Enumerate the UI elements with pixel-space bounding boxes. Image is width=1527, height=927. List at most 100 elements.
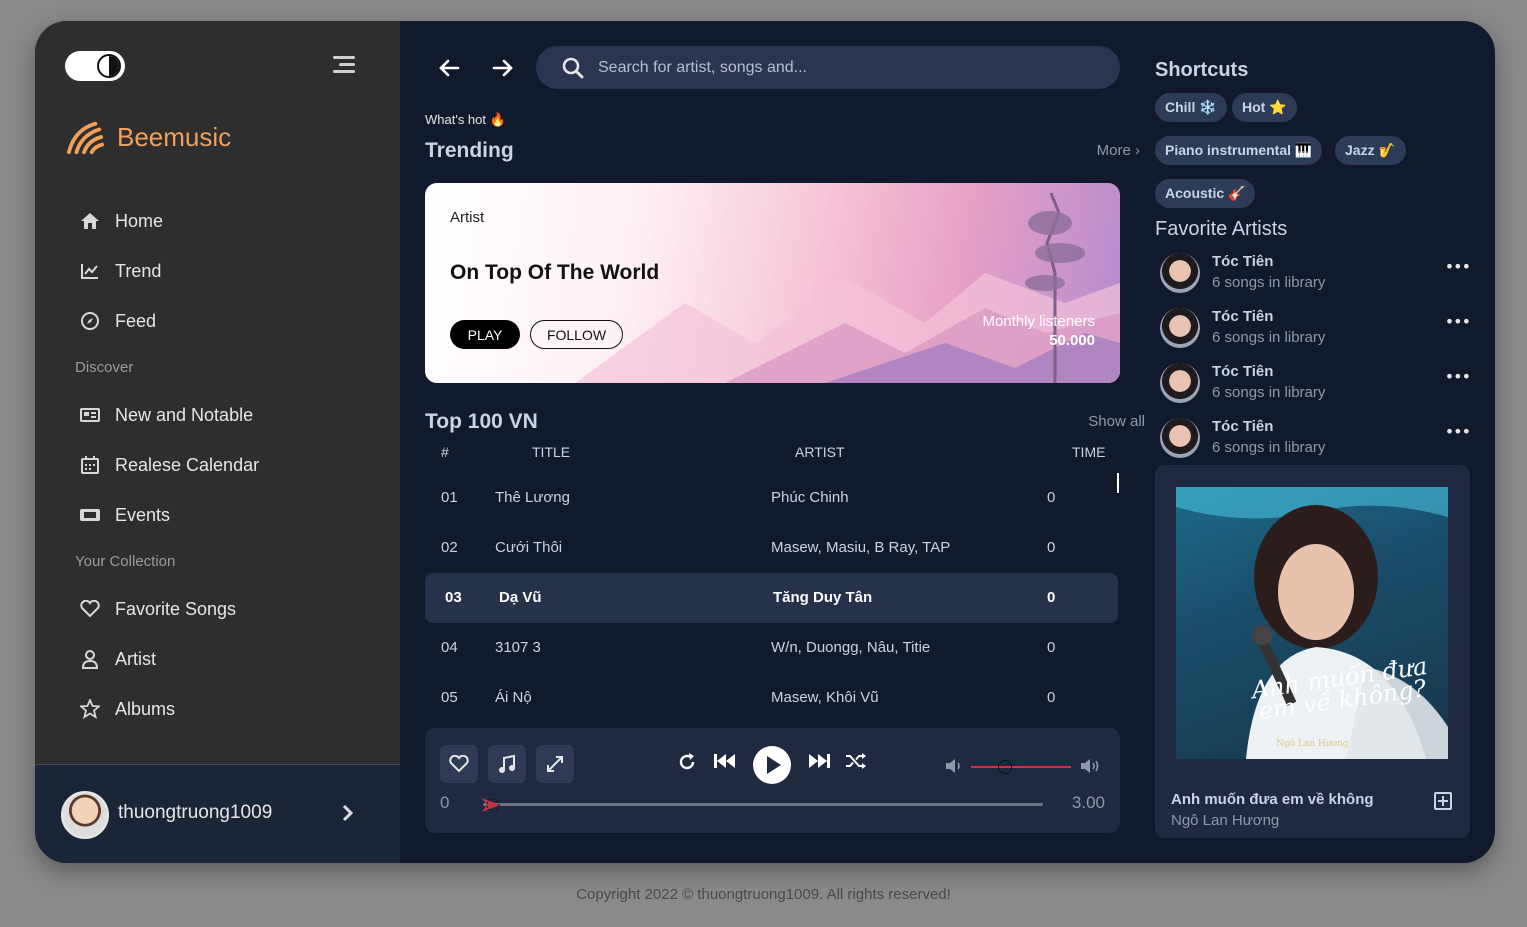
play-icon [753, 746, 791, 784]
now-playing-title: Anh muốn đưa em về không [1171, 791, 1374, 808]
progress-thumb[interactable] [480, 796, 504, 818]
row-artist: Phúc Chinh [771, 489, 849, 506]
col-header-title: TITLE [532, 444, 571, 460]
now-playing-card: Anh muốn đưa em về không? Ngô Lan Hương … [1155, 465, 1470, 838]
chip-hot[interactable]: Hot ⭐ [1232, 93, 1297, 122]
forward-arrow-icon[interactable] [488, 53, 518, 83]
skip-back-icon [714, 754, 735, 768]
more-options-icon[interactable]: ••• [1445, 312, 1471, 331]
sidebar-item-favorite-songs[interactable]: Favorite Songs [79, 594, 236, 624]
col-header-time: TIME [1072, 444, 1106, 460]
chevron-right-icon[interactable] [341, 803, 355, 828]
next-button[interactable] [807, 752, 831, 770]
volume-slider[interactable] [971, 766, 1071, 768]
top100-title: Top 100 VN [425, 410, 538, 433]
album-cover[interactable]: Anh muốn đưa em về không? Ngô Lan Hương [1176, 487, 1448, 759]
section-discover: Discover [75, 359, 134, 376]
volume-high-icon[interactable] [1080, 758, 1102, 774]
table-row[interactable]: 02 Cưới Thôi Masew, Masiu, B Ray, TAP 0 [425, 523, 1118, 573]
previous-button[interactable] [713, 752, 737, 770]
volume-slider-thumb[interactable] [998, 760, 1012, 774]
table-row[interactable]: 04 3107 3 W/n, Duongg, Nâu, Titie 0 [425, 623, 1118, 673]
home-icon [79, 210, 101, 232]
chip-piano-instrumental[interactable]: Piano instrumental 🎹 [1155, 136, 1323, 165]
sidebar-item-release-calendar[interactable]: Realese Calendar [79, 450, 259, 480]
user-profile[interactable]: thuongtruong1009 [35, 764, 400, 863]
table-row[interactable]: 05 Ái Nộ Masew, Khôi Vũ 0 [425, 673, 1118, 723]
sidebar-item-artist[interactable]: Artist [79, 644, 156, 674]
brand-name: Beemusic [117, 121, 232, 152]
table-row[interactable]: 01 Thê Lương Phúc Chinh 0 [425, 473, 1118, 523]
show-all-link[interactable]: Show all [1088, 413, 1145, 430]
shuffle-button[interactable] [845, 752, 867, 770]
artist-avatar [1160, 363, 1200, 403]
sidebar-item-events[interactable]: Events [79, 500, 170, 530]
progress-thumb-icon [482, 798, 500, 812]
row-time: 0 [1047, 539, 1056, 556]
main-content: What's hot 🔥 Trending More › Artist On T… [400, 21, 1145, 863]
row-artist: Masew, Masiu, B Ray, TAP [771, 539, 951, 556]
chip-jazz[interactable]: Jazz 🎷 [1335, 136, 1406, 165]
like-button[interactable] [440, 745, 478, 783]
table-row-active[interactable]: 03 Dạ Vũ Tăng Duy Tân 0 [425, 573, 1118, 623]
lyrics-button[interactable] [488, 745, 526, 783]
repeat-button[interactable] [677, 752, 697, 772]
username: thuongtruong1009 [118, 802, 273, 823]
theme-toggle[interactable] [65, 51, 125, 81]
repeat-icon [679, 753, 695, 770]
search-icon [562, 57, 584, 78]
sidebar-item-feed[interactable]: Feed [79, 306, 156, 336]
artist-item[interactable]: Tóc Tiên 6 songs in library ••• [1160, 251, 1471, 301]
artist-sub: 6 songs in library [1212, 274, 1326, 291]
sidebar-item-label: Home [115, 210, 164, 231]
more-options-icon[interactable]: ••• [1445, 422, 1471, 441]
chip-acoustic[interactable]: Acoustic 🎸 [1155, 179, 1256, 208]
sidebar-item-albums[interactable]: Albums [79, 694, 175, 724]
more-link[interactable]: More › [1097, 142, 1140, 159]
chip-chill[interactable]: Chill ❄️ [1155, 93, 1227, 122]
calendar-icon [79, 454, 101, 476]
section-your-collection: Your Collection [75, 553, 176, 570]
artist-avatar [1160, 253, 1200, 293]
follow-button[interactable]: FOLLOW [530, 320, 623, 349]
more-options-icon[interactable]: ••• [1445, 257, 1471, 276]
sidebar-item-trend[interactable]: Trend [79, 256, 161, 286]
artist-sub: 6 songs in library [1212, 439, 1326, 456]
back-arrow-icon[interactable] [434, 53, 464, 83]
artist-item[interactable]: Tóc Tiên 6 songs in library ••• [1160, 416, 1471, 466]
artist-item[interactable]: Tóc Tiên 6 songs in library ••• [1160, 361, 1471, 411]
col-header-num: # [441, 444, 449, 460]
row-title: Thê Lương [495, 489, 570, 506]
artist-avatar [1160, 418, 1200, 458]
sidebar-item-label: Realese Calendar [115, 454, 260, 475]
progress-bar[interactable] [483, 803, 1043, 806]
row-time: 0 [1047, 639, 1056, 656]
trending-hero-card[interactable]: Artist On Top Of The World PLAY FOLLOW M… [425, 183, 1120, 383]
copyright-footer: Copyright 2022 © thuongtruong1009. All r… [576, 886, 951, 903]
play-button[interactable]: PLAY [450, 320, 520, 349]
avatar [61, 791, 109, 839]
volume-low-icon[interactable] [945, 758, 963, 774]
trending-title: Trending [425, 139, 514, 162]
sidebar-item-home[interactable]: Home [79, 206, 163, 236]
favorite-artists-title: Favorite Artists [1155, 218, 1288, 240]
sidebar-item-new-and-notable[interactable]: New and Notable [79, 400, 253, 430]
brand[interactable]: Beemusic [67, 119, 231, 155]
artist-sub: 6 songs in library [1212, 384, 1326, 401]
add-to-playlist-icon[interactable] [1434, 792, 1452, 810]
search-bar[interactable] [536, 46, 1120, 89]
search-input[interactable] [598, 58, 1078, 77]
play-pause-button[interactable] [752, 745, 792, 785]
more-options-icon[interactable]: ••• [1445, 367, 1471, 386]
artist-name: Tóc Tiên [1212, 418, 1274, 435]
artist-name: Tóc Tiên [1212, 363, 1274, 380]
artist-item[interactable]: Tóc Tiên 6 songs in library ••• [1160, 306, 1471, 356]
expand-button[interactable] [536, 745, 574, 783]
row-num: 02 [441, 539, 458, 556]
col-header-artist: ARTIST [795, 444, 845, 460]
menu-icon[interactable] [333, 56, 355, 76]
row-num: 05 [441, 689, 458, 706]
sidebar: Beemusic Home Trend Feed Discover New an… [35, 21, 400, 863]
shortcuts-title: Shortcuts [1155, 59, 1249, 81]
shuffle-icon [846, 753, 866, 769]
